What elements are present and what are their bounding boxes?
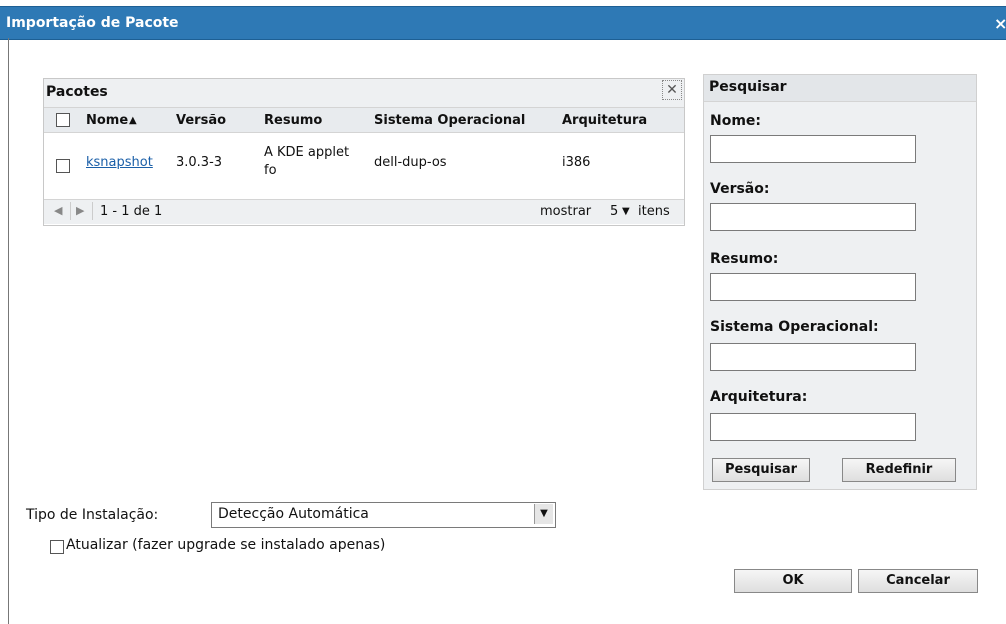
column-header-version[interactable]: Versão	[176, 113, 226, 128]
page-size-dropdown-icon[interactable]: ▼	[622, 206, 630, 217]
ok-button[interactable]: OK	[734, 569, 852, 593]
packages-panel: Pacotes ✕ Nome ▲ Versão Resumo Sistema O…	[43, 78, 685, 226]
prev-page-icon[interactable]: ◀	[54, 204, 62, 217]
install-type-select[interactable]: Detecção Automática ▼	[211, 502, 556, 528]
column-header-name[interactable]: Nome	[86, 113, 128, 128]
reset-button[interactable]: Redefinir	[842, 458, 956, 482]
sort-ascending-icon[interactable]: ▲	[129, 115, 137, 126]
column-header-summary[interactable]: Resumo	[264, 113, 322, 128]
package-summary-line1: A KDE applet	[264, 145, 350, 160]
pager-separator	[92, 202, 93, 220]
cancel-button[interactable]: Cancelar	[858, 569, 978, 593]
pager-separator	[70, 202, 71, 220]
select-all-checkbox[interactable]	[56, 113, 70, 127]
page-size-select[interactable]: 5	[610, 204, 618, 219]
search-panel: Pesquisar Nome: Versão: Resumo: Sistema …	[703, 74, 977, 490]
package-summary-line2: fo	[264, 163, 277, 178]
packages-panel-title: Pacotes	[46, 84, 108, 100]
upgrade-checkbox[interactable]	[50, 540, 64, 554]
row-checkbox[interactable]	[56, 159, 70, 173]
search-arch-input[interactable]	[710, 413, 916, 441]
package-os: dell-dup-os	[374, 155, 447, 170]
dialog-titlebar: Importação de Pacote ×	[0, 6, 1006, 40]
search-arch-label: Arquitetura:	[710, 389, 808, 405]
packages-panel-header: Pacotes ✕	[44, 79, 684, 107]
column-header-architecture[interactable]: Arquitetura	[562, 113, 647, 128]
pager-range: 1 - 1 de 1	[100, 204, 163, 219]
pager: ◀ ▶ 1 - 1 de 1 mostrar 5 ▼ itens	[44, 199, 684, 224]
chevron-down-icon[interactable]: ▼	[534, 504, 553, 524]
search-summary-label: Resumo:	[710, 251, 779, 267]
search-name-label: Nome:	[710, 113, 762, 129]
upgrade-checkbox-label: Atualizar (fazer upgrade se instalado ap…	[66, 537, 386, 553]
search-button[interactable]: Pesquisar	[712, 458, 810, 482]
search-version-label: Versão:	[710, 181, 770, 197]
search-name-input[interactable]	[710, 135, 916, 163]
install-type-value: Detecção Automática	[218, 506, 369, 522]
package-name-link[interactable]: ksnapshot	[86, 155, 153, 170]
install-type-label: Tipo de Instalação:	[26, 507, 159, 523]
table-header: Nome ▲ Versão Resumo Sistema Operacional…	[44, 107, 684, 133]
package-architecture: i386	[562, 155, 591, 170]
search-panel-title: Pesquisar	[709, 79, 787, 95]
panel-close-icon[interactable]: ✕	[662, 80, 682, 100]
dialog-title: Importação de Pacote	[6, 15, 179, 31]
search-panel-header: Pesquisar	[704, 75, 976, 102]
dialog-left-border	[8, 38, 9, 624]
close-icon[interactable]: ×	[994, 14, 1006, 33]
column-header-os[interactable]: Sistema Operacional	[374, 113, 525, 128]
pager-items-label: itens	[638, 204, 670, 219]
package-version: 3.0.3-3	[176, 155, 223, 170]
table-row: ksnapshot 3.0.3-3 A KDE applet fo dell-d…	[44, 133, 684, 191]
search-summary-input[interactable]	[710, 273, 916, 301]
search-os-label: Sistema Operacional:	[710, 319, 879, 335]
pager-show-label: mostrar	[540, 204, 592, 219]
next-page-icon[interactable]: ▶	[76, 204, 84, 217]
search-os-input[interactable]	[710, 343, 916, 371]
search-version-input[interactable]	[710, 203, 916, 231]
